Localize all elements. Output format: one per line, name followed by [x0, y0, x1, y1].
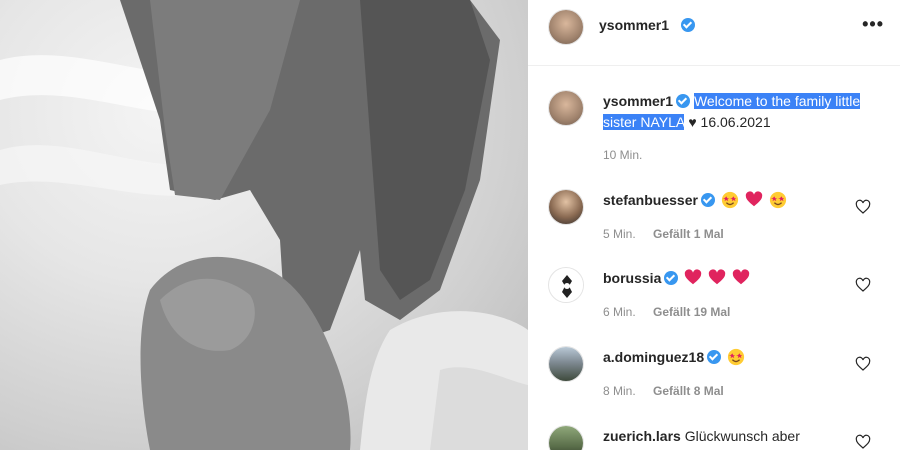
commenter-avatar[interactable]: [548, 425, 584, 450]
commenter-avatar[interactable]: [548, 189, 584, 225]
comment-time: 5 Min.: [603, 227, 636, 241]
author-username[interactable]: ysommer1: [599, 17, 669, 33]
comment-meta: 8 Min. Gefällt 8 Mal: [603, 384, 738, 398]
star-struck-emoji-icon: [769, 191, 786, 209]
comment-meta: 5 Min. Gefällt 1 Mal: [603, 227, 738, 241]
comment-likes[interactable]: Gefällt 19 Mal: [653, 305, 730, 319]
comment-likes[interactable]: Gefällt 8 Mal: [653, 384, 724, 398]
red-heart-emoji-icon: [732, 269, 750, 285]
star-struck-emoji-icon: [727, 348, 745, 366]
author-avatar[interactable]: [548, 9, 584, 45]
red-heart-emoji-icon: [685, 269, 702, 285]
comment-row: a.dominguez18: [603, 347, 745, 367]
comments-panel: ysommer1 ••• ysommer1 Welcome to the fam…: [528, 0, 900, 450]
comment-text: Glückwunsch aber: [684, 428, 800, 444]
post-caption: ysommer1 Welcome to the family little si…: [603, 91, 873, 133]
post-header: ysommer1 •••: [528, 0, 900, 66]
more-options-button[interactable]: •••: [862, 14, 884, 35]
star-struck-emoji-icon: [721, 191, 738, 209]
post-photo: [0, 0, 528, 450]
verified-badge-icon: [707, 350, 722, 364]
borussia-logo-icon: [550, 269, 583, 302]
comment-time: 8 Min.: [603, 384, 636, 398]
baby-hand-photo: [0, 0, 528, 450]
caption-date: ♥ 16.06.2021: [688, 114, 771, 130]
verified-badge-icon: [664, 271, 679, 285]
commenter-avatar[interactable]: [548, 267, 584, 303]
verified-badge-icon: [700, 193, 715, 207]
comment-username[interactable]: zuerich.lars: [603, 428, 681, 444]
like-heart-icon[interactable]: [855, 356, 871, 372]
commenter-avatar[interactable]: [548, 346, 584, 382]
comment-row: borussia: [603, 268, 750, 288]
comment-row: stefanbuesser: [603, 190, 787, 210]
comment-username[interactable]: a.dominguez18: [603, 349, 704, 365]
comment-time: 6 Min.: [603, 305, 636, 319]
post-time: 10 Min.: [603, 148, 643, 162]
caption-username[interactable]: ysommer1: [603, 93, 673, 109]
comment-username[interactable]: stefanbuesser: [603, 192, 698, 208]
comment-row: zuerich.lars Glückwunsch aber: [603, 426, 800, 446]
verified-badge-icon: [681, 18, 695, 32]
like-heart-icon[interactable]: [855, 434, 871, 450]
comment-meta: 6 Min. Gefällt 19 Mal: [603, 305, 744, 319]
like-heart-icon[interactable]: [855, 199, 871, 215]
caption-author-avatar[interactable]: [548, 90, 584, 126]
red-heart-emoji-icon: [745, 191, 762, 207]
red-heart-emoji-icon: [708, 269, 726, 285]
like-heart-icon[interactable]: [855, 277, 871, 293]
comment-likes[interactable]: Gefällt 1 Mal: [653, 227, 724, 241]
comment-username[interactable]: borussia: [603, 270, 661, 286]
verified-badge-icon: [676, 94, 691, 108]
